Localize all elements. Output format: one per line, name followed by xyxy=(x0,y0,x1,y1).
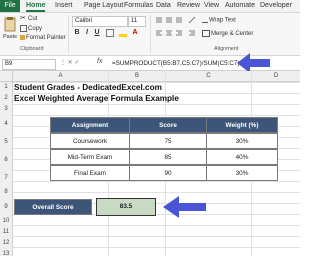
column-header-a[interactable]: A xyxy=(13,71,109,82)
fill-color-icon[interactable] xyxy=(119,29,127,37)
column-header-d[interactable]: D xyxy=(252,71,300,82)
table-cell[interactable]: 75 xyxy=(129,133,207,149)
sheet-subtitle: Excel Weighted Average Formula Example xyxy=(14,94,179,103)
header-weight[interactable]: Weight (%) xyxy=(206,117,278,133)
tab-insert[interactable]: Insert xyxy=(55,0,73,12)
align-right-icon[interactable] xyxy=(175,29,183,37)
scissors-icon: ✂ xyxy=(20,15,26,22)
wrap-text-icon xyxy=(202,17,208,23)
copy-icon xyxy=(20,25,27,32)
ribbon-tabs: File Home Insert Page Layout Formulas Da… xyxy=(0,0,300,13)
row-header[interactable]: 4 xyxy=(0,115,13,134)
sheet-title: Student Grades - DedicatedExcel.com xyxy=(14,83,162,92)
copy-button[interactable]: Copy xyxy=(20,25,42,32)
row-header[interactable]: 13 xyxy=(0,249,13,256)
overall-score-label[interactable]: Overall Score xyxy=(14,199,92,215)
formula-bar: B9 ⋮ ✕ ✓ fx =SUMPRODUCT(B5:B7,C5:C7)/SUM… xyxy=(0,53,300,73)
clipboard-group-label: Clipboard xyxy=(20,46,44,52)
orientation-icon[interactable] xyxy=(188,16,196,24)
alignment-group-label: Alignment xyxy=(214,46,239,52)
header-assignment[interactable]: Assignment xyxy=(50,117,130,133)
paste-button[interactable]: Paste xyxy=(3,16,17,40)
bold-button[interactable]: B xyxy=(73,29,81,37)
table-cell[interactable]: Coursework xyxy=(50,133,130,149)
header-score[interactable]: Score xyxy=(129,117,207,133)
format-painter-button[interactable]: Format Painter xyxy=(20,35,66,41)
tab-review[interactable]: Review xyxy=(177,0,200,12)
tab-home[interactable]: Home xyxy=(26,0,46,12)
fx-icon: fx xyxy=(97,58,103,65)
table-cell[interactable]: 30% xyxy=(206,133,278,149)
cut-button[interactable]: ✂ Cut xyxy=(20,15,37,22)
wrap-text-button[interactable]: Wrap Text xyxy=(202,17,236,24)
ribbon: Paste ✂ Cut Copy Format Painter Clipboard… xyxy=(0,13,300,56)
overall-score-value[interactable]: 83.5 xyxy=(96,198,156,216)
table-cell[interactable]: Final Exam xyxy=(50,165,130,181)
borders-icon[interactable] xyxy=(106,29,114,37)
tab-automate[interactable]: Automate xyxy=(225,0,255,12)
formula-input[interactable]: =SUMPRODUCT(B5:B7,C5:C7)/SUM(C5:C7) xyxy=(112,58,240,69)
row-header[interactable]: 6 xyxy=(0,151,13,170)
divider xyxy=(150,15,151,53)
tab-file[interactable]: File xyxy=(0,0,20,12)
merge-icon xyxy=(202,30,210,37)
tab-view[interactable]: View xyxy=(204,0,219,12)
align-left-icon[interactable] xyxy=(155,29,163,37)
table-cell[interactable]: 40% xyxy=(206,149,278,165)
table-cell[interactable]: 30% xyxy=(206,165,278,181)
column-header-c[interactable]: C xyxy=(166,71,252,82)
tab-page-layout[interactable]: Page Layout xyxy=(84,0,123,12)
table-cell[interactable]: 90 xyxy=(129,165,207,181)
align-center-icon[interactable] xyxy=(165,29,173,37)
select-all-corner[interactable] xyxy=(0,71,13,82)
row-header[interactable]: 5 xyxy=(0,133,13,152)
table-cell[interactable]: Mid-Term Exam xyxy=(50,149,130,165)
font-name-select[interactable]: Calibri xyxy=(72,16,128,27)
tab-developer[interactable]: Developer xyxy=(260,0,292,12)
arrow-pointer-result-icon xyxy=(163,196,206,218)
tab-data[interactable]: Data xyxy=(156,0,171,12)
underline-button[interactable]: U xyxy=(93,29,101,37)
row-header[interactable]: 7 xyxy=(0,169,13,188)
align-middle-icon[interactable] xyxy=(165,16,173,24)
brush-icon xyxy=(20,35,25,40)
column-header-b[interactable]: B xyxy=(109,71,166,82)
divider xyxy=(68,15,69,53)
paste-icon xyxy=(4,17,16,32)
spreadsheet-grid[interactable]: A B C D 1 2 3 4 5 6 7 8 9 10 11 12 13 St… xyxy=(0,71,300,256)
name-box[interactable]: B9 xyxy=(2,59,56,70)
merge-center-button[interactable]: Merge & Center xyxy=(202,30,253,37)
font-color-icon[interactable]: A xyxy=(131,29,139,37)
formula-bar-controls: ⋮ ✕ ✓ xyxy=(60,60,80,66)
row-header[interactable]: 9 xyxy=(0,198,13,217)
font-size-select[interactable]: 11 xyxy=(128,16,146,27)
italic-button[interactable]: I xyxy=(83,29,91,37)
table-cell[interactable]: 85 xyxy=(129,149,207,165)
tab-formulas[interactable]: Formulas xyxy=(124,0,153,12)
align-bottom-icon[interactable] xyxy=(175,16,183,24)
indent-icon[interactable] xyxy=(188,29,196,37)
align-top-icon[interactable] xyxy=(155,16,163,24)
